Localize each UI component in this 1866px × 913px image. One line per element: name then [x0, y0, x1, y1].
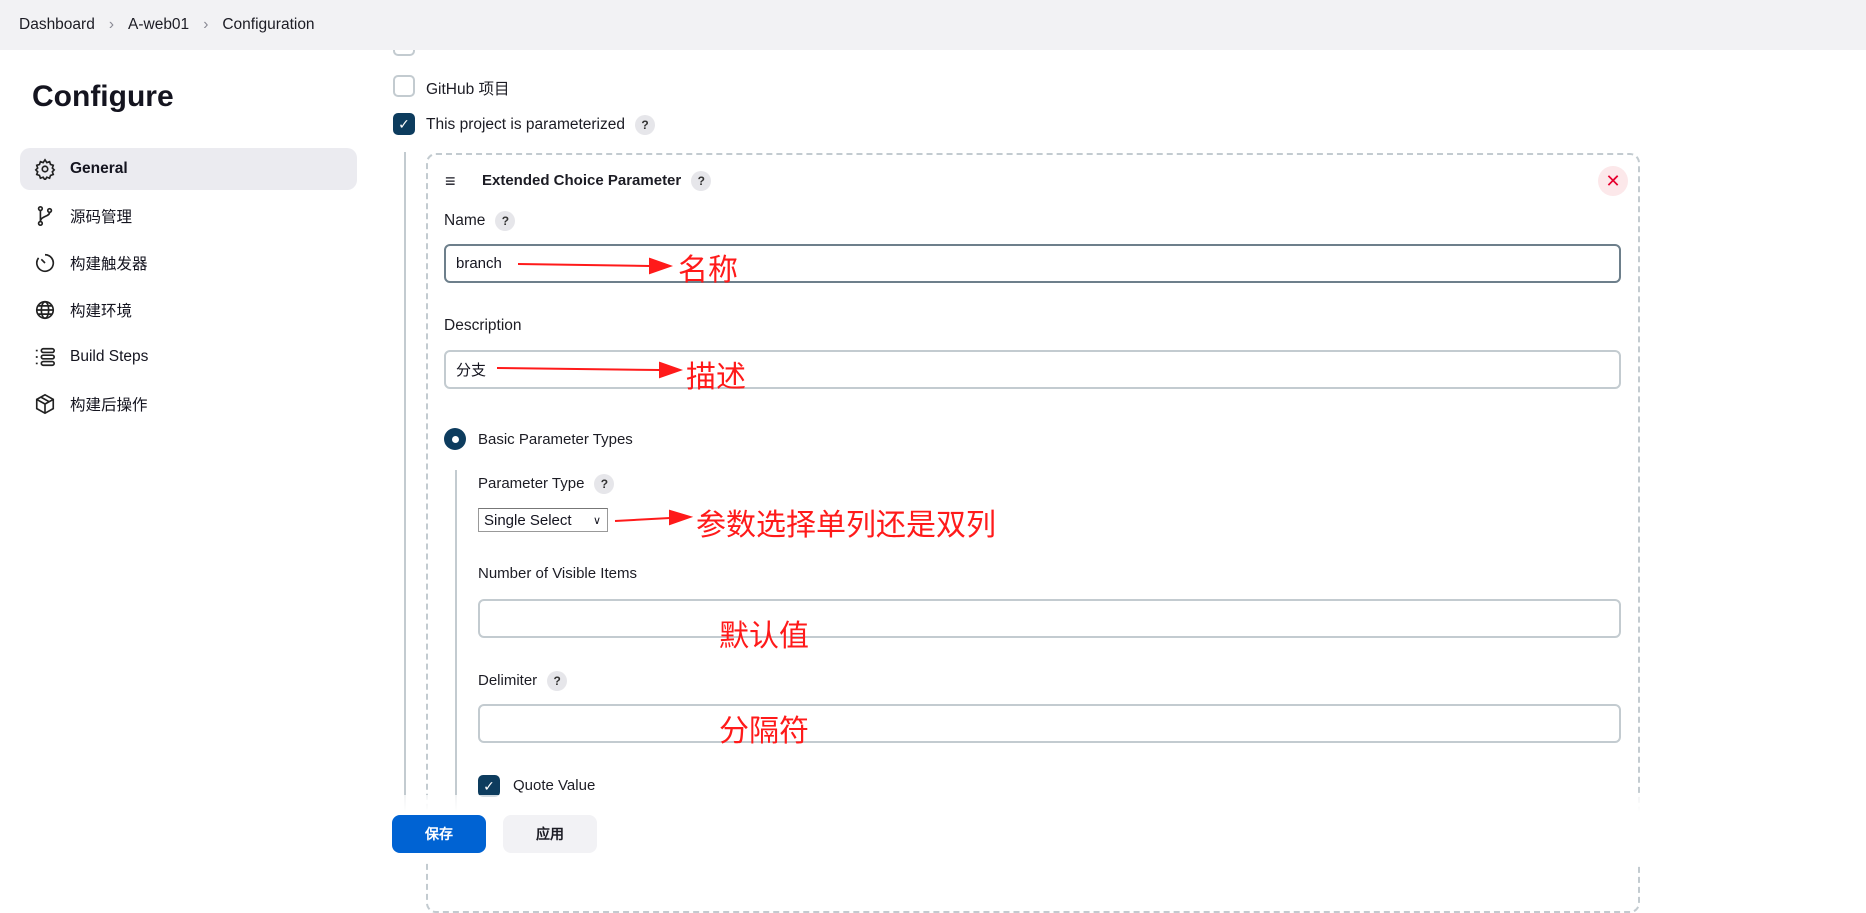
apply-button[interactable]: 应用: [503, 815, 597, 853]
annotation-arrows: [496, 257, 694, 526]
chevron-right-icon: ›: [108, 16, 114, 33]
chevron-right-icon: ›: [203, 16, 209, 33]
breadcrumb-dashboard[interactable]: Dashboard: [19, 16, 95, 34]
save-button[interactable]: 保存: [392, 815, 486, 853]
arrow-icon: [517, 263, 651, 267]
breadcrumb: Dashboard › A-web01 › Configuration: [0, 0, 1866, 50]
arrow-icon: [614, 517, 671, 522]
breadcrumb-job[interactable]: A-web01: [128, 16, 189, 34]
arrow-icon: [649, 257, 674, 275]
footer-bar: [0, 795, 1866, 863]
arrow-icon: [496, 367, 661, 371]
arrow-icon: [659, 361, 684, 379]
arrow-icon: [669, 509, 694, 526]
breadcrumb-configuration[interactable]: Configuration: [222, 16, 314, 34]
